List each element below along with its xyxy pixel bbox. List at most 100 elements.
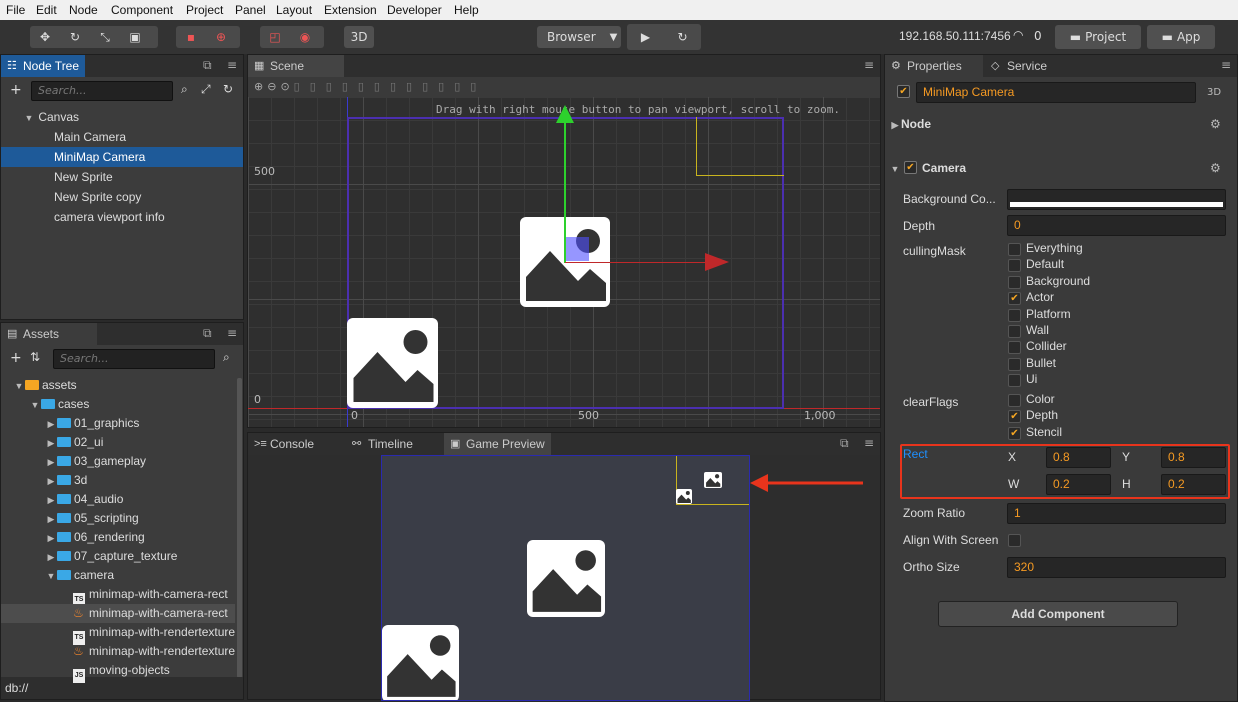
menu-project[interactable]: Project <box>186 3 223 17</box>
tab-node-tree[interactable]: ☷ Node Tree <box>1 55 86 77</box>
scene-viewport[interactable]: Drag with right mouse button to pan view… <box>248 97 880 427</box>
assets-scrollbar[interactable] <box>237 378 242 678</box>
menu-component[interactable]: Component <box>111 3 173 17</box>
culling-mask-option-checkbox[interactable] <box>1008 259 1021 273</box>
culling-mask-option-checkbox[interactable]: ✔ <box>1008 292 1021 306</box>
tree-item-new-sprite[interactable]: New Sprite <box>1 167 243 187</box>
node-gear-icon[interactable]: ⚙ <box>1210 117 1221 131</box>
caret-down-icon[interactable]: ▼ <box>45 567 57 586</box>
browser-select[interactable]: Browser ▼ <box>537 26 621 48</box>
camera-gear-icon[interactable]: ⚙ <box>1210 161 1221 175</box>
world-icon[interactable]: ◉ <box>290 30 320 44</box>
refresh-icon[interactable]: ↻ <box>664 30 701 44</box>
menu-icon[interactable]: ≡ <box>864 58 874 72</box>
tab-game-preview[interactable]: ▣ Game Preview <box>444 433 551 455</box>
caret-right-icon[interactable]: ▶ <box>45 529 57 548</box>
menu-icon[interactable]: ≡ <box>1221 58 1231 72</box>
tree-item-camera-viewport-info[interactable]: camera viewport info <box>1 207 243 227</box>
tree-item-minimap-camera[interactable]: MiniMap Camera <box>1 147 243 167</box>
zoom-reset-icon[interactable]: ⊙ <box>280 80 293 93</box>
gizmo-y-arrow-icon[interactable] <box>556 105 574 123</box>
culling-mask-option-checkbox[interactable] <box>1008 308 1021 322</box>
menu-file[interactable]: File <box>6 3 25 17</box>
asset-folder-item[interactable]: ▶ 06_rendering <box>45 528 145 547</box>
asset-folder-item[interactable]: ▶ 03_gameplay <box>45 452 147 472</box>
asset-root[interactable]: ▼ assets <box>13 376 77 395</box>
add-component-button[interactable]: Add Component <box>938 601 1178 627</box>
asset-folder-item[interactable]: ▶ 05_scripting <box>45 509 139 528</box>
asset-folder-item[interactable]: ▶ 3d <box>45 471 88 491</box>
caret-right-icon[interactable]: ▶ <box>45 453 57 472</box>
menu-edit[interactable]: Edit <box>36 3 57 17</box>
menu-help[interactable]: Help <box>454 3 479 17</box>
caret-down-icon[interactable]: ▼ <box>23 108 35 128</box>
tab-scene[interactable]: ▦ Scene <box>248 55 344 77</box>
caret-right-icon[interactable]: ▶ <box>45 548 57 567</box>
popout-icon[interactable]: ⧉ <box>203 326 212 341</box>
menu-extension[interactable]: Extension <box>324 3 377 17</box>
asset-file-item[interactable]: JS moving-objects <box>73 661 170 683</box>
zoom-out-icon[interactable]: ⊖ <box>267 80 280 93</box>
menu-layout[interactable]: Layout <box>276 3 312 17</box>
pivot-icon[interactable]: ▪ <box>176 30 206 44</box>
search-icon[interactable]: ⌕ <box>181 82 188 97</box>
menu-icon[interactable]: ≡ <box>227 58 237 72</box>
tab-properties[interactable]: ⚙ Properties <box>885 55 983 77</box>
asset-file-item[interactable]: TS minimap-with-camera-rect <box>73 585 228 607</box>
asset-folder-item[interactable]: ▼ camera <box>45 566 114 585</box>
asset-file-item[interactable]: ♨ minimap-with-rendertexture <box>73 642 235 661</box>
caret-right-icon[interactable]: ▶ <box>45 415 57 434</box>
node-search-input[interactable]: Search... <box>31 81 173 101</box>
menu-icon[interactable]: ≡ <box>227 326 237 340</box>
culling-mask-option-checkbox[interactable] <box>1008 243 1021 256</box>
culling-mask-option-checkbox[interactable] <box>1008 357 1021 371</box>
local-icon[interactable]: ◰ <box>260 30 290 44</box>
rect-w-input[interactable]: 0.2 <box>1046 474 1111 495</box>
node-section-header[interactable]: ▶ Node <box>885 113 1237 135</box>
asset-search-input[interactable]: Search... <box>53 349 215 369</box>
background-color-field[interactable] <box>1007 189 1226 210</box>
expand-icon[interactable]: ⤢ <box>201 82 211 97</box>
gizmo-x-axis[interactable] <box>565 262 705 263</box>
node-name-input[interactable]: MiniMap Camera <box>916 82 1196 103</box>
rotate-tool-icon[interactable]: ↻ <box>60 30 90 44</box>
culling-mask-option-checkbox[interactable] <box>1008 374 1021 388</box>
align-tools-icon[interactable]: ▯▯▯▯▯▯▯▯▯▯▯▯ <box>294 80 487 93</box>
ortho-size-input[interactable]: 320 <box>1007 557 1226 578</box>
node-active-checkbox[interactable]: ✔ <box>897 85 910 98</box>
camera-enabled-checkbox[interactable]: ✔ <box>904 161 917 174</box>
zoom-in-icon[interactable]: ⊕ <box>254 80 267 93</box>
tree-item-canvas[interactable]: ▼ Canvas <box>1 107 243 127</box>
gizmo-center[interactable] <box>565 237 589 261</box>
caret-down-icon[interactable]: ▼ <box>29 396 41 415</box>
sort-icon[interactable]: ⇅ <box>30 350 40 364</box>
caret-right-icon[interactable]: ▶ <box>45 472 57 491</box>
project-button[interactable]: ▬ Project <box>1055 25 1141 49</box>
scale-tool-icon[interactable]: ⤡ <box>90 30 120 45</box>
clear-flag-option-checkbox[interactable]: ✔ <box>1008 410 1021 424</box>
asset-folder-cases[interactable]: ▼ cases <box>29 395 90 415</box>
tab-timeline[interactable]: ⚯ Timeline <box>346 433 419 455</box>
badge-3d[interactable]: 3D <box>1207 87 1221 98</box>
refresh-tree-icon[interactable]: ↻ <box>223 82 233 96</box>
menu-icon[interactable]: ≡ <box>864 436 874 450</box>
app-button[interactable]: ▬ App <box>1147 25 1215 49</box>
align-with-screen-checkbox[interactable] <box>1008 534 1021 547</box>
play-icon[interactable]: ▶ <box>627 30 664 44</box>
sprite-copy-image-icon[interactable] <box>347 318 438 408</box>
asset-folder-item[interactable]: ▶ 01_graphics <box>45 414 140 434</box>
menu-panel[interactable]: Panel <box>235 3 266 17</box>
menu-node[interactable]: Node <box>69 3 98 17</box>
asset-file-item[interactable]: ♨ minimap-with-camera-rect <box>1 604 235 623</box>
menu-developer[interactable]: Developer <box>387 3 442 17</box>
gizmo-y-axis[interactable] <box>564 117 566 263</box>
zoom-ratio-input[interactable]: 1 <box>1007 503 1226 524</box>
tree-item-main-camera[interactable]: Main Camera <box>1 127 243 147</box>
game-preview-viewport[interactable] <box>381 455 750 701</box>
depth-input[interactable]: 0 <box>1007 215 1226 236</box>
global-icon[interactable]: ⊕ <box>206 30 236 44</box>
rect-x-input[interactable]: 0.8 <box>1046 447 1111 468</box>
mode-3d-button[interactable]: 3D <box>344 26 374 48</box>
tab-service[interactable]: ◇ Service <box>985 55 1053 77</box>
add-node-icon[interactable]: + <box>10 82 22 98</box>
